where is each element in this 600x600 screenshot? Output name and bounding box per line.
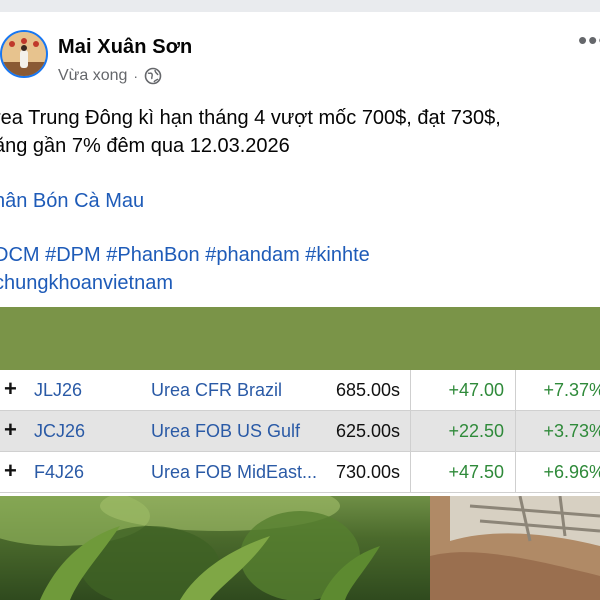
globe-icon[interactable] <box>144 67 162 85</box>
expand-plus-icon[interactable]: + <box>4 417 17 443</box>
change-cell: +22.50 <box>448 421 504 441</box>
percent-cell: +7.37% <box>543 380 600 400</box>
table-row[interactable]: + F4J26 Urea FOB MidEast... 730.00s +47.… <box>0 452 600 493</box>
name-cell[interactable]: Urea FOB MidEast... <box>151 462 317 483</box>
symbol-cell[interactable]: F4J26 <box>34 462 84 483</box>
price-cell: 685.00s <box>336 380 401 400</box>
percent-cell: +3.73% <box>543 421 600 441</box>
symbol-cell[interactable]: JLJ26 <box>34 380 82 401</box>
post-meta: Vừa xong · <box>58 67 162 85</box>
post-text-line: rea Trung Đông kì hạn tháng 4 vượt mốc 7… <box>0 107 501 129</box>
more-options-icon[interactable]: ••• <box>578 27 600 53</box>
expand-plus-icon[interactable]: + <box>4 458 17 484</box>
market-table-header-bar <box>0 307 600 370</box>
change-cell: +47.00 <box>448 380 504 400</box>
table-row[interactable]: + JLJ26 Urea CFR Brazil 685.00s +47.00 +… <box>0 370 600 411</box>
name-cell[interactable]: Urea CFR Brazil <box>151 380 282 401</box>
post-text-line: ăng gần 7% đêm qua 12.03.2026 <box>0 135 290 157</box>
avatar[interactable] <box>0 30 48 78</box>
author-name[interactable]: Mai Xuân Sơn <box>58 36 192 59</box>
avatar-photo <box>2 32 46 76</box>
post-time[interactable]: Vừa xong <box>58 67 127 85</box>
post-photo[interactable] <box>0 496 600 600</box>
price-cell: 625.00s <box>336 421 401 441</box>
symbol-cell[interactable]: JCJ26 <box>34 421 85 442</box>
post-card: Mai Xuân Sơn Vừa xong · ••• rea Trung Đô… <box>0 12 600 600</box>
post-header: Mai Xuân Sơn Vừa xong · ••• <box>0 12 600 94</box>
change-cell: +47.50 <box>448 462 504 482</box>
table-row[interactable]: + JCJ26 Urea FOB US Gulf 625.00s +22.50 … <box>0 411 600 452</box>
hashtags-link[interactable]: chungkhoanvietnam <box>0 269 173 297</box>
separator-dot: · <box>133 68 139 84</box>
crop-field-image <box>0 496 600 600</box>
percent-cell: +6.96% <box>543 462 600 482</box>
page-mention-link[interactable]: hân Bón Cà Mau <box>0 187 144 215</box>
name-cell[interactable]: Urea FOB US Gulf <box>151 421 300 442</box>
market-quotes-table: + JLJ26 Urea CFR Brazil 685.00s +47.00 +… <box>0 370 600 496</box>
price-cell: 730.00s <box>336 462 401 482</box>
expand-plus-icon[interactable]: + <box>4 376 17 402</box>
hashtags-link[interactable]: DCM #DPM #PhanBon #phandam #kinhte <box>0 241 370 269</box>
